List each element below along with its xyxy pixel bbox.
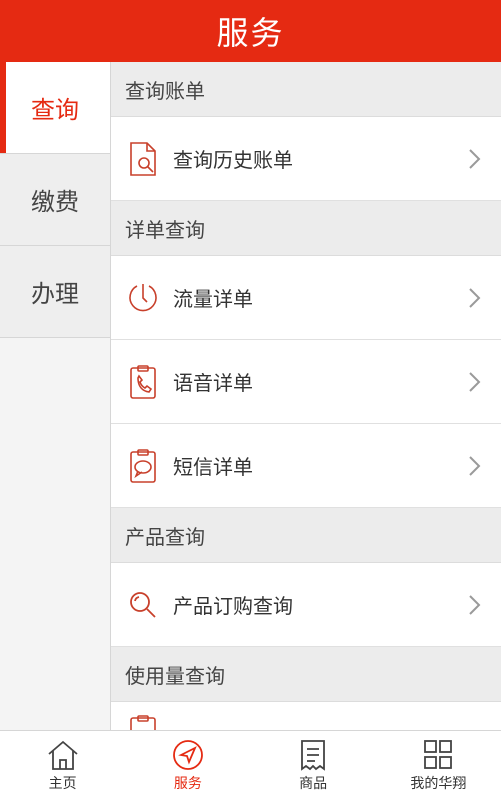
phone-clipboard-icon bbox=[127, 364, 159, 400]
service-list[interactable]: 查询账单 查询历史账单 详单查询 流量详单 语音详单 短信详单 产品查询 产品订… bbox=[111, 62, 501, 730]
category-sidebar: 查询 缴费 办理 bbox=[0, 62, 111, 730]
list-item-voice-detail[interactable]: 语音详单 bbox=[111, 340, 501, 424]
navigation-icon bbox=[172, 739, 203, 770]
data-gauge-icon bbox=[127, 280, 159, 316]
chevron-right-icon bbox=[465, 593, 483, 617]
section-title: 使用量查询 bbox=[125, 663, 225, 688]
app-window: 服务 查询 缴费 办理 查询账单 查询历史账单 详单查询 流量详单 语音详单 短… bbox=[0, 0, 501, 800]
tab-service[interactable]: 服务 bbox=[125, 731, 250, 800]
list-item-history-bill[interactable]: 查询历史账单 bbox=[111, 117, 501, 201]
list-item-label: 流量详单 bbox=[173, 287, 253, 311]
receipt-icon bbox=[301, 739, 326, 771]
list-item-label: 语音详单 bbox=[173, 371, 253, 395]
page-header: 服务 bbox=[0, 0, 501, 62]
section-header-detail: 详单查询 bbox=[111, 201, 501, 256]
sidebar-item-label: 办理 bbox=[31, 280, 79, 308]
sidebar-item-query[interactable]: 查询 bbox=[0, 62, 110, 154]
list-item-label: 查询历史账单 bbox=[173, 148, 293, 172]
chevron-right-icon bbox=[465, 454, 483, 478]
grid-icon bbox=[424, 739, 453, 769]
section-header-bill: 查询账单 bbox=[111, 62, 501, 117]
search-icon bbox=[127, 587, 159, 623]
bill-search-icon bbox=[127, 141, 159, 177]
bottom-tab-bar: 主页 服务 商品 我的华翔 bbox=[0, 730, 501, 800]
section-title: 产品查询 bbox=[125, 524, 205, 549]
section-header-usage: 使用量查询 bbox=[111, 647, 501, 702]
tab-label: 我的华翔 bbox=[410, 775, 467, 792]
tab-label: 服务 bbox=[173, 775, 202, 792]
sms-clipboard-icon bbox=[127, 448, 159, 484]
tab-mine[interactable]: 我的华翔 bbox=[376, 731, 501, 800]
page-title: 服务 bbox=[216, 14, 285, 52]
chevron-right-icon bbox=[465, 147, 483, 171]
chevron-right-icon bbox=[465, 286, 483, 310]
section-title: 详单查询 bbox=[125, 217, 205, 242]
tab-home[interactable]: 主页 bbox=[0, 731, 125, 800]
tab-goods[interactable]: 商品 bbox=[251, 731, 376, 800]
sidebar-item-handle[interactable]: 办理 bbox=[0, 246, 110, 338]
sidebar-item-label: 查询 bbox=[31, 96, 79, 124]
list-item-usage-partial[interactable] bbox=[111, 702, 501, 730]
sidebar-item-payment[interactable]: 缴费 bbox=[0, 154, 110, 246]
section-title: 查询账单 bbox=[125, 78, 205, 103]
section-header-product: 产品查询 bbox=[111, 508, 501, 563]
list-item-product-order[interactable]: 产品订购查询 bbox=[111, 563, 501, 647]
list-item-data-detail[interactable]: 流量详单 bbox=[111, 256, 501, 340]
tab-label: 商品 bbox=[299, 775, 328, 792]
sidebar-item-label: 缴费 bbox=[31, 188, 79, 216]
list-item-label: 短信详单 bbox=[173, 455, 253, 479]
tab-label: 主页 bbox=[48, 775, 77, 792]
list-item-sms-detail[interactable]: 短信详单 bbox=[111, 424, 501, 508]
home-icon bbox=[48, 740, 78, 770]
chevron-right-icon bbox=[465, 370, 483, 394]
clipboard-icon bbox=[127, 699, 159, 730]
list-item-label: 产品订购查询 bbox=[173, 594, 293, 618]
